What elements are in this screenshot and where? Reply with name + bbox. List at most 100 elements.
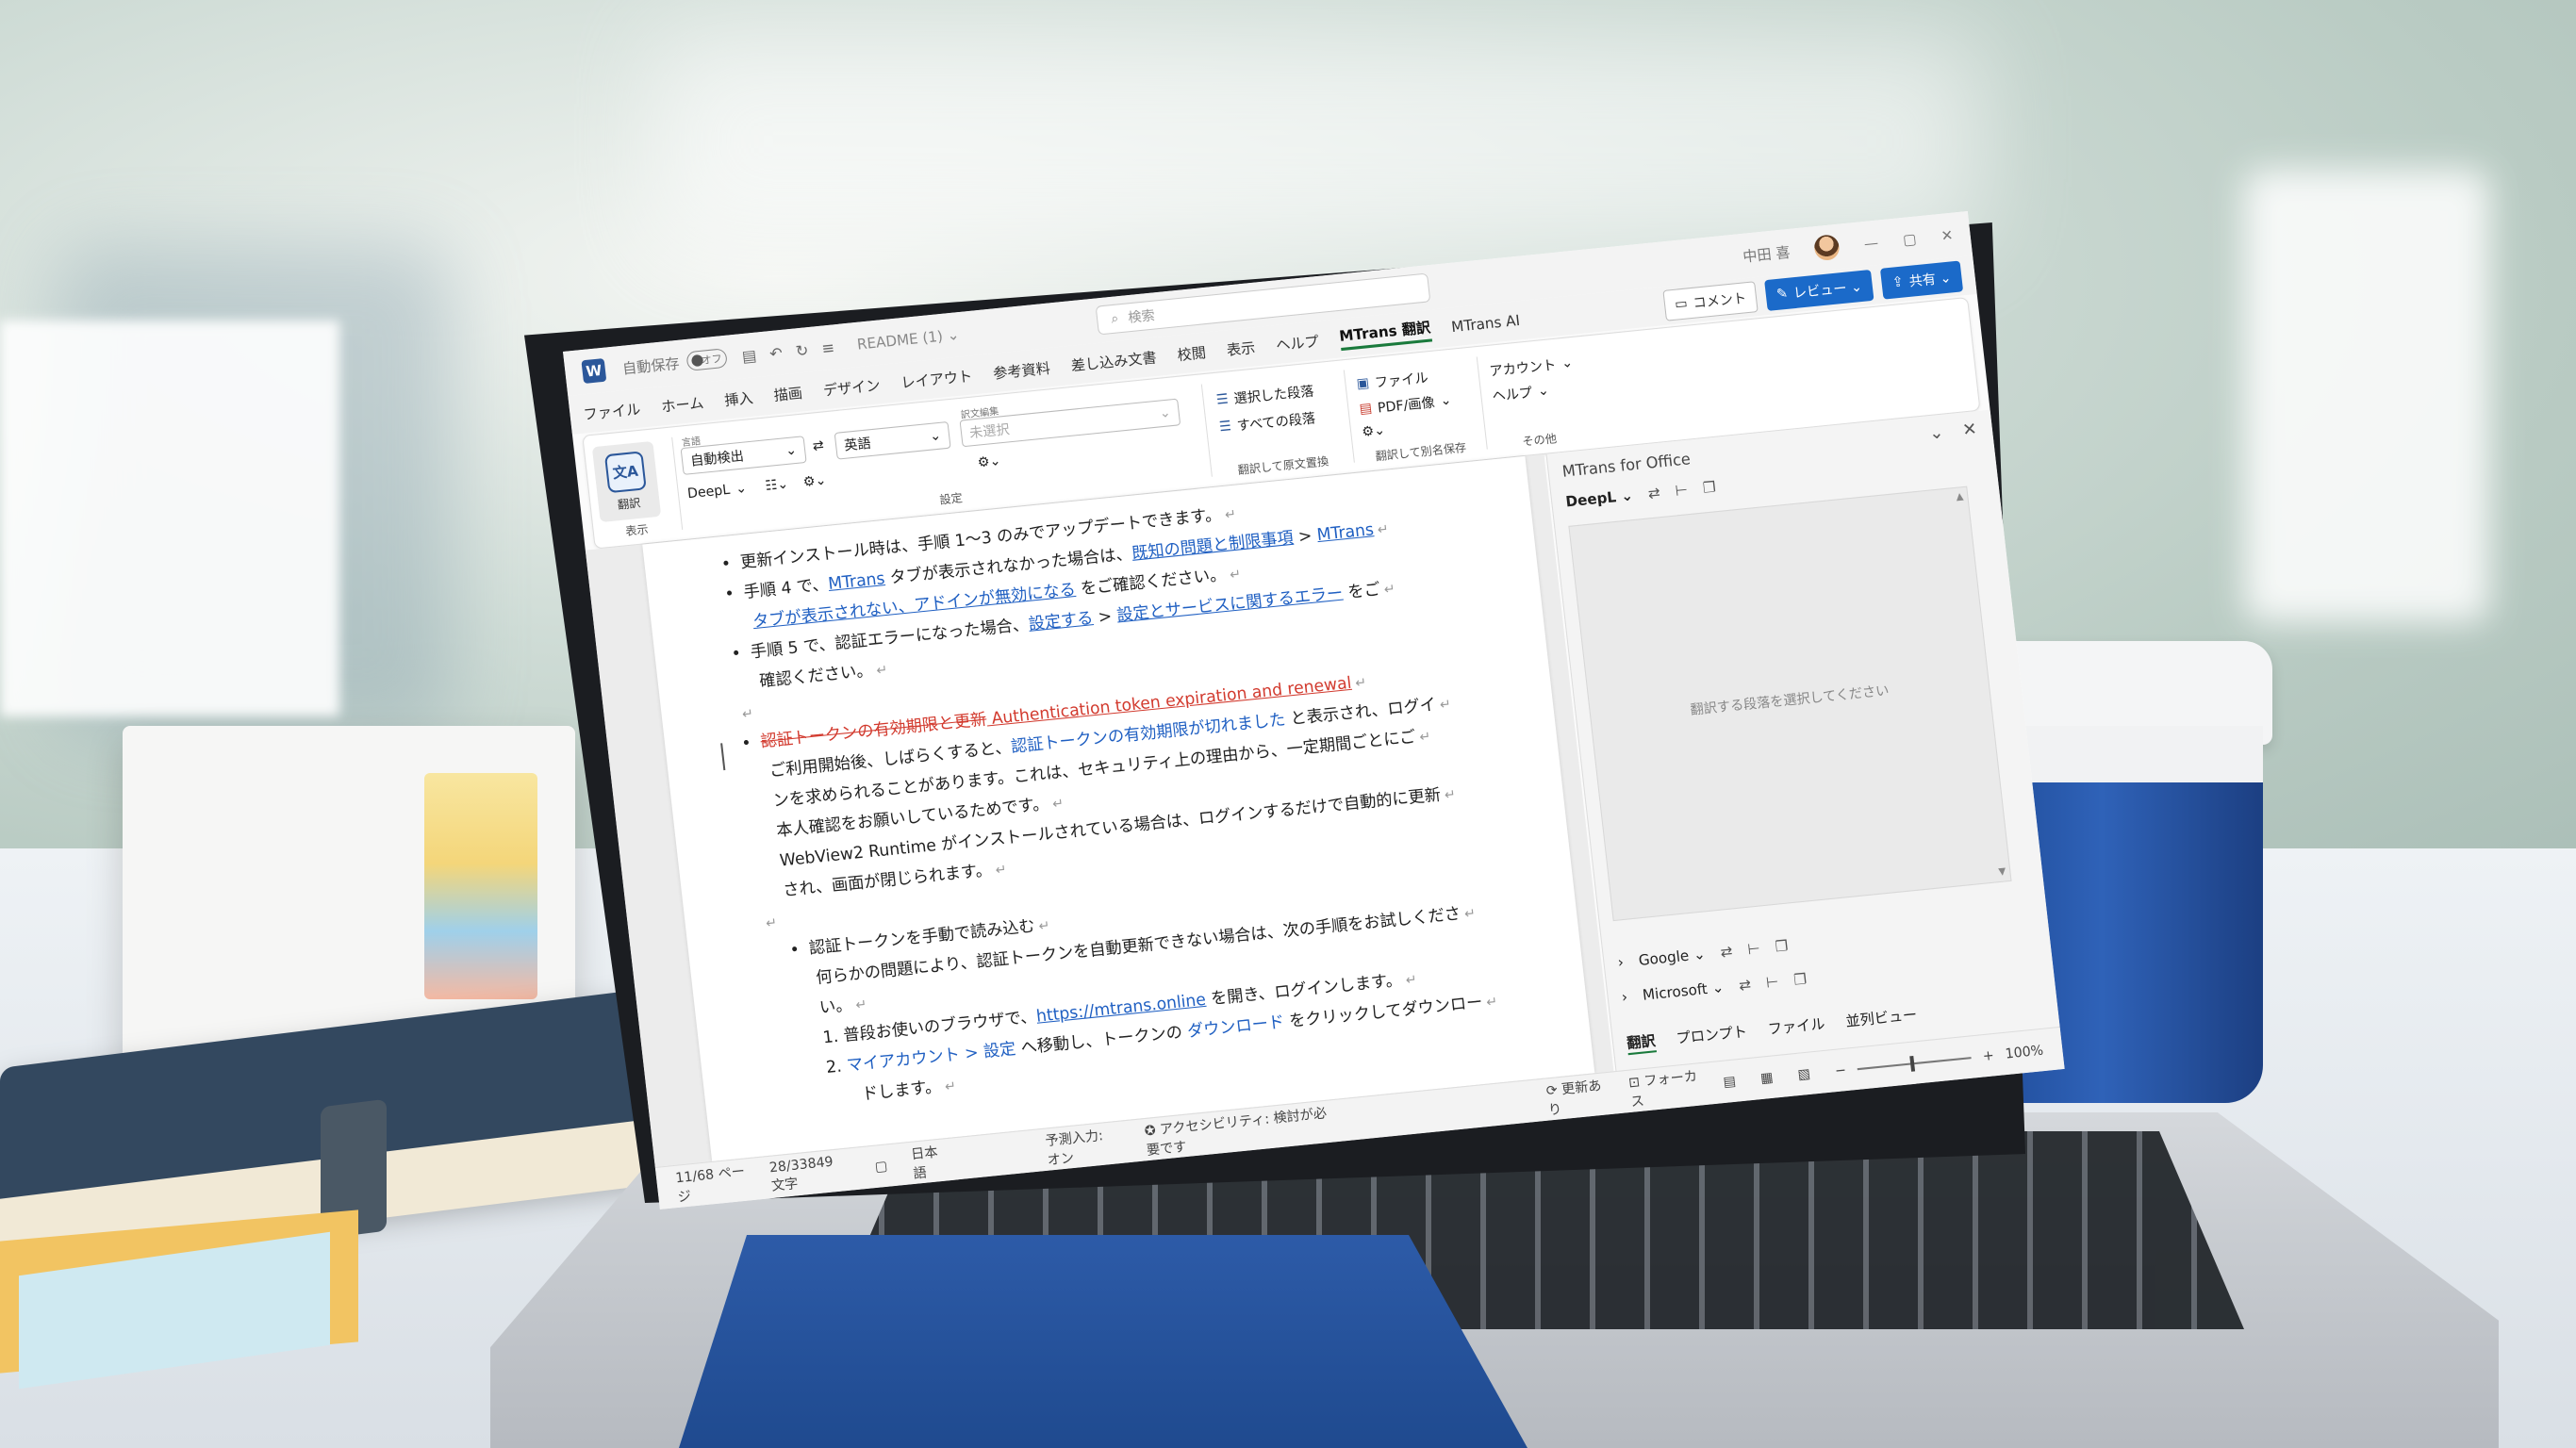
selected-paragraph-button[interactable]: ☰ 選択した段落 [1215, 381, 1315, 410]
selected-paragraph-label: 選択した段落 [1232, 384, 1315, 407]
panel-tab-parallel[interactable]: 並列ビュー [1844, 1004, 1919, 1033]
scroll-down-icon[interactable]: ▼ [1998, 866, 2006, 878]
copy-icon[interactable]: ❐ [1775, 937, 1790, 956]
gear-icon[interactable]: ⚙⌄ [802, 472, 827, 490]
line-text: 確認ください。 [758, 661, 874, 692]
hyperlink[interactable]: ダウンロード [1186, 1012, 1285, 1042]
swap-icon[interactable]: ⇄ [1738, 976, 1752, 995]
line-text: 2. [825, 1056, 849, 1078]
copy-icon[interactable]: ❐ [1702, 478, 1717, 497]
panel-tab-file[interactable]: ファイル [1767, 1013, 1826, 1042]
hyperlink[interactable]: MTrans [1316, 520, 1375, 545]
insert-icon[interactable]: ⊢ [1765, 973, 1779, 992]
word-count[interactable]: 28/33849 文字 [768, 1152, 852, 1194]
translation-output[interactable]: ▲ 翻訳する段落を選択してください ▼ [1568, 485, 2012, 922]
zoom-level[interactable]: 100% [2005, 1043, 2044, 1061]
copy-icon[interactable]: ❐ [1792, 970, 1808, 989]
autosave[interactable]: 自動保存 オフ [621, 348, 728, 379]
predict-status[interactable]: 予測入力: オン [1044, 1123, 1123, 1169]
bg-sign [0, 321, 339, 716]
line-text: ドします。 [860, 1077, 943, 1105]
all-paragraphs-button[interactable]: ☰ すべての段落 [1218, 408, 1316, 437]
tab-mtrans-translate[interactable]: MTrans 翻訳 [1338, 316, 1432, 352]
customize-icon[interactable]: ≡ [820, 337, 835, 357]
close-icon[interactable]: ✕ [1961, 419, 1978, 440]
review-button[interactable]: ✎ レビュー ⌄ [1764, 269, 1874, 311]
hyperlink[interactable]: 設定する [1028, 609, 1095, 634]
paragraphs-icon: ☰ [1218, 418, 1232, 436]
paragraph-mark-icon: ↵ [1224, 506, 1237, 523]
document-page[interactable]: 更新インストール時は、手順 1～3 のみでアップデートできます。↵手順 4 で、… [642, 455, 1595, 1161]
zoom-slider[interactable] [1857, 1056, 1972, 1070]
word-window: W 自動保存 オフ ▤ ↶ ↻ ≡ README (1) ⌄ ⌕ 検索 中田 喜… [563, 210, 2065, 1209]
user-name[interactable]: 中田 喜 [1742, 241, 1792, 266]
tab-insert[interactable]: 挿入 [723, 387, 754, 409]
chevron-down-icon[interactable]: ⌄ [1928, 422, 1945, 444]
page-count[interactable]: 11/68 ページ [674, 1160, 748, 1206]
tab-draw[interactable]: 描画 [772, 382, 803, 404]
comment-button[interactable]: ▭ コメント [1662, 281, 1759, 321]
tab-review[interactable]: 校閲 [1176, 341, 1207, 364]
chevron-right-icon[interactable]: › [1621, 988, 1628, 1006]
panel-tab-translate[interactable]: 翻訳 [1626, 1029, 1658, 1056]
swap-icon[interactable]: ⇄ [1720, 943, 1734, 962]
update-status[interactable]: ⟳ 更新あり [1545, 1075, 1608, 1119]
paragraph-mark-icon: ↵ [1037, 917, 1051, 935]
gear-icon-save[interactable]: ⚙⌄ [1362, 422, 1386, 440]
undo-icon[interactable]: ↶ [768, 343, 784, 363]
web-layout-icon[interactable]: ▧ [1797, 1065, 1811, 1082]
tab-mtrans-ai[interactable]: MTrans AI [1450, 312, 1521, 337]
swap-icon[interactable]: ⇄ [1647, 484, 1661, 502]
avatar[interactable] [1813, 234, 1841, 262]
chevron-right-icon[interactable]: › [1617, 953, 1625, 971]
tab-design[interactable]: デザイン [822, 374, 882, 401]
print-layout-icon[interactable]: ▦ [1759, 1069, 1774, 1086]
insert-icon[interactable]: ⊢ [1675, 481, 1689, 500]
swap-lang-icon[interactable]: ⇄ [812, 437, 825, 454]
tab-references[interactable]: 参考資料 [992, 357, 1051, 384]
pdf-image-button[interactable]: ▤ PDF/画像 ⌄ [1359, 390, 1453, 419]
blue-notebook [679, 1235, 1527, 1448]
minimize-button[interactable]: — [1863, 234, 1879, 253]
share-button[interactable]: ⇪ 共有 ⌄ [1879, 260, 1964, 300]
gear-icon-glossary[interactable]: ⚙⌄ [977, 453, 1001, 471]
read-mode-icon[interactable]: ▤ [1723, 1073, 1737, 1090]
engine-microsoft-select[interactable]: Microsoft ⌄ [1642, 979, 1725, 1004]
focus-button[interactable]: ⊡ フォーカス [1627, 1065, 1701, 1111]
tab-layout[interactable]: レイアウト [900, 365, 974, 392]
zoom-in-button[interactable]: + [1982, 1047, 1995, 1064]
engine-deepl-select[interactable]: DeepL ⌄ [1564, 486, 1633, 511]
scroll-up-icon[interactable]: ▲ [1956, 491, 1964, 502]
save-icon[interactable]: ▤ [741, 346, 757, 366]
language-status[interactable]: 日本語 [910, 1141, 948, 1182]
tab-help[interactable]: ヘルプ [1275, 330, 1320, 354]
restore-button[interactable]: ▢ [1902, 230, 1917, 249]
tab-view[interactable]: 表示 [1226, 337, 1257, 359]
redo-icon[interactable]: ↻ [795, 340, 810, 360]
proofing-icon[interactable]: ▢ [874, 1158, 888, 1175]
tab-mailings[interactable]: 差し込み文書 [1070, 347, 1158, 376]
target-lang-select[interactable]: 英語 ⌄ [834, 420, 951, 460]
tab-home[interactable]: ホーム [660, 392, 704, 417]
panel-tab-prompt[interactable]: プロンプト [1676, 1021, 1749, 1050]
list-options-icon[interactable]: ☷⌄ [765, 476, 789, 494]
document-body[interactable]: 更新インストール時は、手順 1～3 のみでアップデートできます。↵手順 4 で、… [719, 470, 1581, 1118]
close-button[interactable]: ✕ [1940, 226, 1955, 245]
file-button[interactable]: ▣ ファイル [1356, 368, 1429, 394]
share-icon: ⇪ [1891, 273, 1905, 291]
tab-file[interactable]: ファイル [583, 398, 642, 424]
account-button[interactable]: アカウント ⌄ [1488, 354, 1574, 381]
bg-blur-right [2244, 170, 2489, 622]
zoom-out-button[interactable]: − [1834, 1062, 1847, 1079]
engine-google-select[interactable]: Google ⌄ [1638, 946, 1707, 969]
group-save: ▣ ファイル ▤ PDF/画像 ⌄ ⚙⌄ 翻訳して別名保存 [1349, 355, 1484, 468]
chevron-down-icon: ⌄ [784, 442, 798, 459]
hyperlink[interactable]: MTrans [827, 569, 885, 594]
engine-select[interactable]: DeepL ⌄ [686, 481, 748, 502]
translate-button[interactable]: 文A 翻訳 [591, 440, 662, 523]
insert-icon[interactable]: ⊢ [1746, 940, 1760, 959]
help-button[interactable]: ヘルプ ⌄ [1491, 381, 1550, 405]
document-name[interactable]: README (1) ⌄ [856, 326, 960, 354]
autosave-toggle[interactable]: オフ [685, 348, 728, 371]
chevron-down-icon: ⌄ [1439, 392, 1453, 409]
